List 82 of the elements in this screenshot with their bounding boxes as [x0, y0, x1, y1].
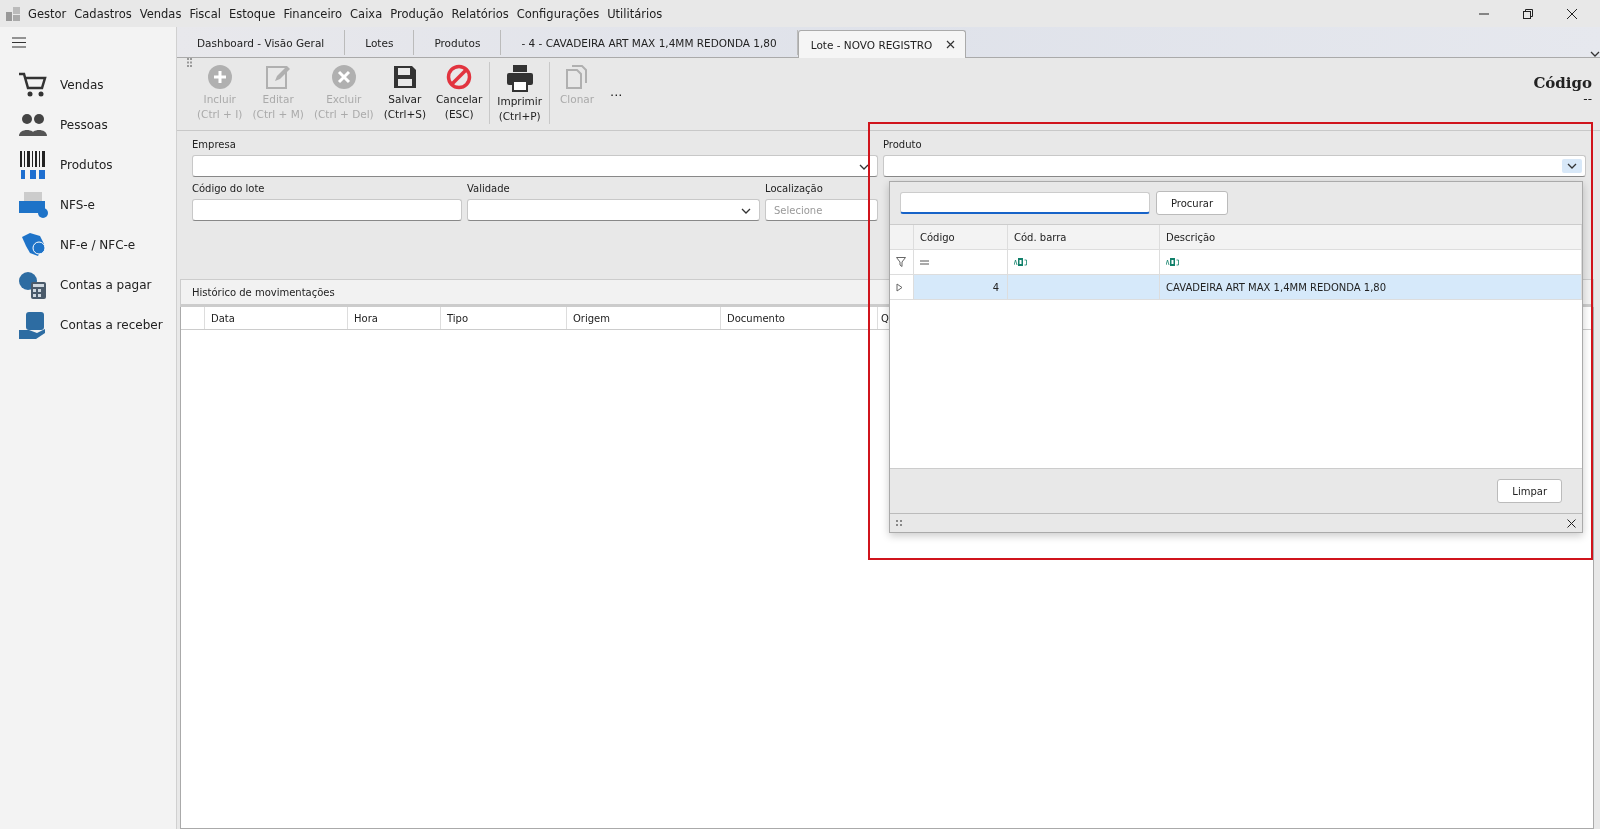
menu-item[interactable]: Cadastros: [70, 6, 136, 21]
column-header[interactable]: Descrição: [1160, 225, 1582, 249]
copy-icon: [565, 64, 590, 90]
sidebar-item[interactable]: Contas a pagar: [60, 278, 152, 292]
grip-icon[interactable]: [187, 58, 192, 67]
prohibited-icon: [446, 64, 473, 90]
barcode-icon: [18, 150, 48, 180]
menu-item[interactable]: Produção: [386, 6, 448, 21]
toolbar-button[interactable]: Cancelar (ESC): [431, 58, 488, 126]
menu-icon[interactable]: [12, 37, 26, 48]
cart-icon: [18, 72, 48, 98]
printer-icon: [505, 64, 534, 92]
toolbar-button[interactable]: Imprimir (Ctrl+P): [492, 58, 548, 128]
column-header[interactable]: Documento: [721, 307, 878, 329]
close-icon[interactable]: [1567, 518, 1576, 528]
chevron-down-icon[interactable]: [741, 207, 751, 214]
sidebar-item[interactable]: NFS-e: [60, 198, 95, 212]
calculator-icon: [18, 270, 48, 300]
field-label: Validade: [467, 183, 511, 194]
toolbar-button[interactable]: Salvar (Ctrl+S): [378, 58, 432, 126]
column-header[interactable]: Cód. barra: [1008, 225, 1160, 249]
field-label: Localização: [765, 183, 824, 194]
sidebar-item[interactable]: Pessoas: [60, 118, 108, 132]
app-logo-icon: [6, 6, 20, 21]
text-filter-icon[interactable]: [1014, 258, 1027, 266]
table-cell[interactable]: [1008, 275, 1160, 299]
sidebar-item[interactable]: NF-e / NFC-e: [60, 238, 136, 252]
close-icon[interactable]: [1566, 7, 1578, 20]
menu-item[interactable]: Financeiro: [279, 6, 347, 21]
clear-button[interactable]: Limpar: [1497, 479, 1562, 503]
text-filter-icon[interactable]: [1166, 258, 1179, 266]
tab[interactable]: Lotes: [345, 30, 415, 55]
close-icon[interactable]: [946, 40, 956, 49]
tab[interactable]: Dashboard - Visão Geral: [177, 30, 346, 55]
search-button[interactable]: Procurar: [1156, 191, 1229, 215]
column-header[interactable]: Tipo: [441, 307, 567, 329]
money-hand-icon: [18, 310, 48, 340]
table-cell[interactable]: 4: [914, 275, 1008, 299]
field-label: Produto: [883, 139, 923, 150]
restore-icon[interactable]: [1522, 7, 1534, 20]
column-header[interactable]: Hora: [348, 307, 441, 329]
record-value: --: [1583, 92, 1592, 106]
menu-item[interactable]: Configurações: [512, 6, 604, 21]
save-icon: [391, 64, 418, 90]
column-header[interactable]: Código: [914, 225, 1008, 249]
menu-item[interactable]: Estoque: [224, 6, 280, 21]
dropdown-field[interactable]: [467, 199, 760, 221]
resize-grip-icon[interactable]: [896, 520, 902, 526]
tab[interactable]: - 4 - CAVADEIRA ART MAX 1,4MM REDONDA 1,80: [501, 30, 798, 55]
menu-item[interactable]: Caixa: [346, 6, 387, 21]
sidebar-item[interactable]: Produtos: [60, 158, 113, 172]
app-name: Gestor: [27, 6, 68, 21]
menu-item[interactable]: Vendas: [135, 6, 186, 21]
text-field[interactable]: [192, 199, 462, 221]
table-cell[interactable]: CAVADEIRA ART MAX 1,4MM REDONDA 1,80: [1160, 275, 1582, 299]
filter-icon[interactable]: [896, 257, 906, 267]
document-icon: [18, 191, 48, 219]
column-header[interactable]: Data: [205, 307, 348, 329]
field-label: Empresa: [192, 139, 237, 150]
column-header[interactable]: Origem: [567, 307, 721, 329]
people-icon: [18, 112, 48, 138]
tab-list-icon[interactable]: [1590, 51, 1600, 57]
menu-item[interactable]: Utilitários: [603, 6, 667, 21]
more-button[interactable]: ...: [602, 84, 631, 99]
dropdown-field[interactable]: [883, 155, 1586, 177]
placeholder: Selecione: [774, 204, 823, 216]
field-label: Código do lote: [192, 183, 266, 194]
menu-item[interactable]: Fiscal: [185, 6, 225, 21]
chevron-down-icon[interactable]: [1567, 163, 1577, 169]
chevron-down-icon[interactable]: [859, 163, 869, 170]
plus-icon: [206, 64, 233, 90]
tab[interactable]: Produtos: [414, 30, 502, 55]
menu-item[interactable]: Relatórios: [447, 6, 513, 21]
dropdown-field[interactable]: [192, 155, 878, 177]
pencil-icon: [265, 64, 292, 90]
tab[interactable]: Lote - NOVO REGISTRO: [797, 30, 967, 58]
record-label: Código: [1533, 74, 1592, 92]
row-indicator-icon: [896, 282, 903, 292]
cross-circle-icon: [330, 64, 357, 90]
search-field[interactable]: [900, 192, 1150, 214]
sidebar-item[interactable]: Contas a receber: [60, 318, 163, 332]
sidebar-item[interactable]: Vendas: [60, 78, 104, 92]
